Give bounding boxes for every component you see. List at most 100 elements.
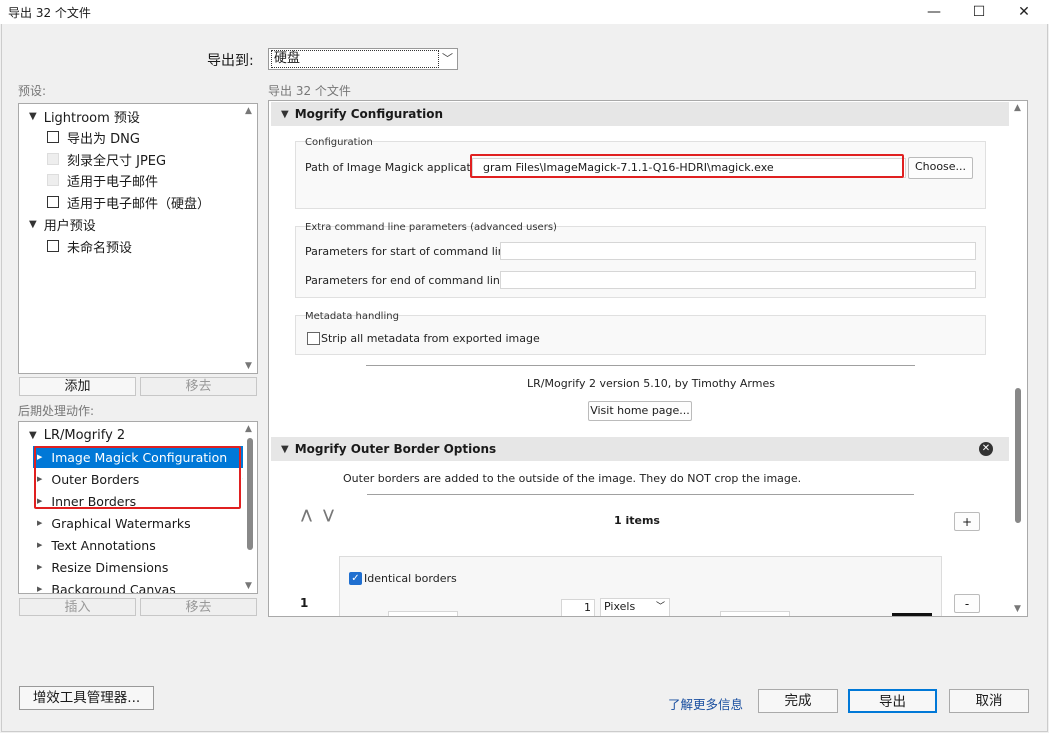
post-process-item-label: Text Annotations bbox=[51, 537, 156, 553]
cancel-button[interactable]: 取消 bbox=[949, 689, 1029, 713]
post-process-item[interactable]: ▶ Resize Dimensions bbox=[37, 556, 257, 578]
preset-item[interactable]: 未命名预设 bbox=[47, 236, 132, 256]
outer-border-header[interactable]: ▼ Mogrify Outer Border Options ✕ bbox=[271, 437, 1009, 461]
preset-item[interactable]: 刻录全尺寸 JPEG bbox=[47, 149, 166, 169]
section-title: Mogrify Outer Border Options bbox=[294, 442, 497, 456]
scroll-down-icon[interactable]: ▼ bbox=[245, 581, 252, 591]
post-process-item[interactable]: ▶ Background Canvas bbox=[37, 578, 257, 594]
strip-metadata-label: Strip all metadata from exported image bbox=[321, 332, 540, 345]
identical-borders-label: Identical borders bbox=[364, 572, 457, 585]
annotation-highlight bbox=[470, 154, 904, 178]
preset-item[interactable]: 导出为 DNG bbox=[47, 127, 140, 147]
checkbox-icon[interactable] bbox=[47, 131, 59, 143]
title-bar: 导出 32 个文件 — ☐ ✕ bbox=[0, 0, 1049, 24]
chevron-down-icon: ﹀ bbox=[655, 602, 665, 612]
choose-button[interactable]: Choose... bbox=[908, 157, 973, 179]
identical-borders-checkbox[interactable]: ✓ bbox=[349, 572, 362, 585]
preset-group-user[interactable]: ▼ 用户预设 bbox=[29, 214, 96, 234]
preset-item-label: 未命名预设 bbox=[67, 240, 133, 256]
post-process-item-label: Graphical Watermarks bbox=[51, 515, 191, 531]
preset-group-label: 用户预设 bbox=[43, 218, 96, 234]
preset-group-label: Lightroom 预设 bbox=[43, 110, 140, 126]
plugin-manager-button[interactable]: 增效工具管理器... bbox=[19, 686, 154, 710]
scroll-down-icon[interactable]: ▼ bbox=[1014, 604, 1021, 614]
group-title: Extra command line parameters (advanced … bbox=[305, 222, 557, 233]
version-text: LR/Mogrify 2 version 5.10, by Timothy Ar… bbox=[527, 377, 775, 390]
end-params-label: Parameters for end of command line: bbox=[305, 274, 511, 287]
remove-border-button[interactable]: - bbox=[954, 594, 980, 613]
start-params-input[interactable] bbox=[500, 242, 976, 260]
color-swatch[interactable] bbox=[892, 613, 932, 616]
presets-list: ▼ Lightroom 预设 导出为 DNG 刻录全尺寸 JPEG 适用于电子邮… bbox=[18, 103, 258, 374]
expand-triangle-icon: ▶ bbox=[37, 563, 43, 571]
post-process-label: 后期处理动作: bbox=[18, 404, 95, 418]
expand-triangle-icon: ▶ bbox=[37, 585, 43, 593]
preset-item-label: 导出为 DNG bbox=[67, 131, 140, 147]
post-process-item-label: Resize Dimensions bbox=[51, 559, 169, 575]
end-params-input[interactable] bbox=[500, 271, 976, 289]
scroll-down-icon[interactable]: ▼ bbox=[245, 361, 252, 371]
close-button[interactable]: ✕ bbox=[1001, 0, 1047, 24]
strip-metadata-checkbox[interactable] bbox=[307, 332, 320, 345]
settings-scrollbar[interactable]: ▲ ▼ bbox=[1010, 101, 1027, 616]
scroll-thumb[interactable] bbox=[247, 438, 253, 550]
border-field[interactable] bbox=[388, 611, 458, 616]
presets-scrollbar[interactable]: ▲ ▼ bbox=[243, 104, 257, 373]
border-field[interactable] bbox=[720, 611, 790, 616]
group-title: Metadata handling bbox=[305, 311, 399, 322]
export-to-select[interactable]: 硬盘 ﹀ bbox=[268, 48, 458, 70]
collapse-triangle-icon: ▼ bbox=[281, 108, 289, 120]
checkbox-icon[interactable] bbox=[47, 240, 59, 252]
expand-triangle-icon: ▶ bbox=[37, 541, 43, 549]
border-item-box: ✓ Identical borders 1 Pixels ﹀ bbox=[339, 556, 942, 616]
preset-group-lightroom[interactable]: ▼ Lightroom 预设 bbox=[29, 106, 140, 126]
scroll-up-icon[interactable]: ▲ bbox=[1014, 103, 1021, 113]
done-button[interactable]: 完成 bbox=[758, 689, 838, 713]
export-to-value: 硬盘 bbox=[271, 50, 439, 68]
remove-preset-button[interactable]: 移去 bbox=[140, 377, 257, 396]
export-button[interactable]: 导出 bbox=[848, 689, 937, 713]
scroll-thumb[interactable] bbox=[1015, 388, 1021, 523]
minimize-button[interactable]: — bbox=[911, 0, 957, 24]
move-down-icon[interactable]: ⋁ bbox=[323, 508, 334, 523]
preset-item-label: 适用于电子邮件（硬盘） bbox=[67, 196, 211, 212]
export-to-label: 导出到: bbox=[207, 53, 254, 69]
border-unit-select[interactable]: Pixels ﹀ bbox=[600, 598, 670, 616]
divider bbox=[366, 365, 915, 366]
expand-triangle-icon: ▼ bbox=[29, 218, 37, 230]
preset-item[interactable]: 适用于电子邮件 bbox=[47, 170, 158, 190]
chevron-down-icon: ﹀ bbox=[442, 52, 453, 65]
expand-triangle-icon: ▼ bbox=[29, 110, 37, 122]
add-border-button[interactable]: + bbox=[954, 512, 980, 531]
insert-action-button[interactable]: 插入 bbox=[19, 598, 136, 616]
outer-border-description: Outer borders are added to the outside o… bbox=[343, 472, 802, 485]
scroll-up-icon[interactable]: ▲ bbox=[245, 424, 252, 434]
right-panel-label: 导出 32 个文件 bbox=[268, 84, 351, 98]
post-process-group[interactable]: ▼ LR/Mogrify 2 bbox=[29, 425, 125, 445]
expand-triangle-icon: ▼ bbox=[29, 429, 37, 441]
visit-home-page-button[interactable]: Visit home page... bbox=[588, 401, 692, 421]
mogrify-config-header[interactable]: ▼ Mogrify Configuration bbox=[271, 102, 1009, 126]
move-up-icon[interactable]: ⋀ bbox=[301, 508, 312, 523]
annotation-highlight bbox=[34, 446, 241, 509]
remove-section-icon[interactable]: ✕ bbox=[979, 442, 993, 456]
maximize-button[interactable]: ☐ bbox=[956, 0, 1002, 24]
border-unit-value: Pixels bbox=[604, 600, 636, 613]
checkbox-icon bbox=[47, 174, 59, 186]
add-preset-button[interactable]: 添加 bbox=[19, 377, 136, 396]
settings-panel: ▼ Mogrify Configuration Configuration Pa… bbox=[268, 100, 1028, 617]
checkbox-icon bbox=[47, 153, 59, 165]
start-params-label: Parameters for start of command line: bbox=[305, 245, 516, 258]
divider bbox=[367, 494, 914, 495]
post-process-scrollbar[interactable]: ▲ ▼ bbox=[243, 422, 257, 593]
expand-triangle-icon: ▶ bbox=[37, 519, 43, 527]
border-size-input[interactable]: 1 bbox=[561, 599, 595, 616]
preset-item[interactable]: 适用于电子邮件（硬盘） bbox=[47, 192, 210, 212]
border-row-number: 1 bbox=[300, 596, 309, 610]
scroll-up-icon[interactable]: ▲ bbox=[245, 106, 252, 116]
checkbox-icon[interactable] bbox=[47, 196, 59, 208]
post-process-item[interactable]: ▶ Graphical Watermarks bbox=[37, 512, 257, 534]
post-process-item[interactable]: ▶ Text Annotations bbox=[37, 534, 257, 556]
learn-more-link[interactable]: 了解更多信息 bbox=[668, 694, 743, 713]
remove-action-button[interactable]: 移去 bbox=[140, 598, 257, 616]
